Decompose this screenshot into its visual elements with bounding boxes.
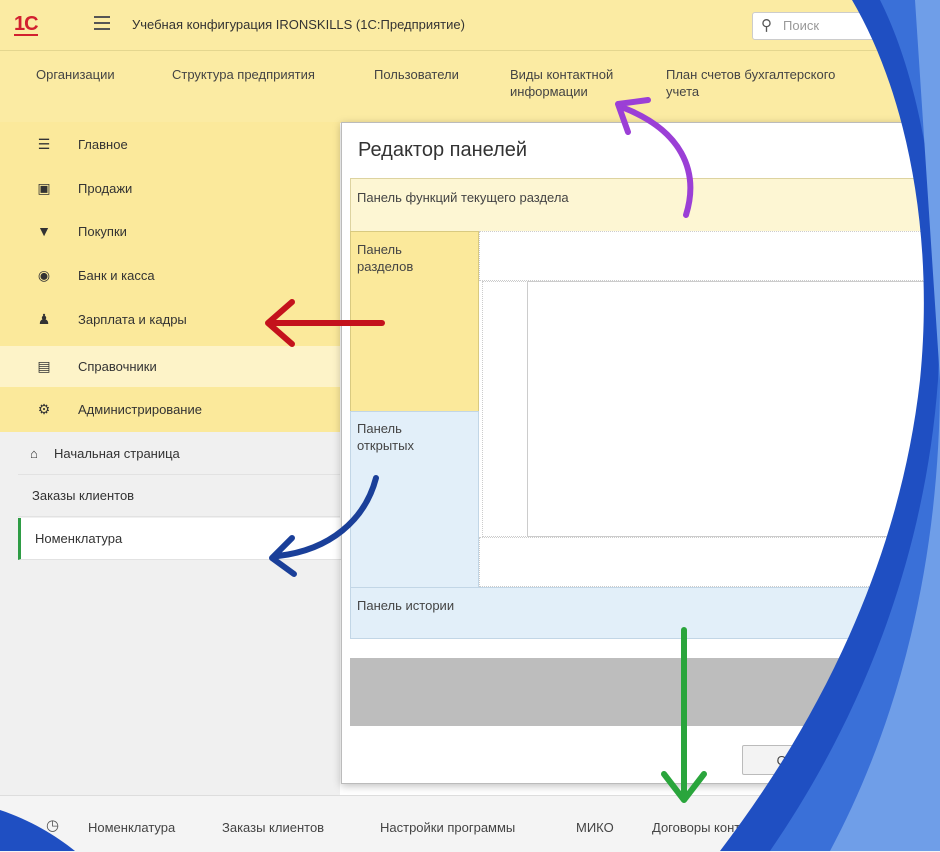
panel-history-zone[interactable]	[350, 587, 940, 639]
dialog-title: Редактор панелей	[358, 139, 528, 161]
panel-function-label: Панель функций текущего раздела	[357, 190, 569, 205]
panel-top-slot[interactable]	[479, 231, 940, 281]
history-item-nomenclature[interactable]: Номенклатура	[88, 820, 175, 835]
search-placeholder: Поиск	[783, 18, 820, 33]
history-icon[interactable]: ◷	[46, 816, 59, 834]
func-item-users[interactable]: Пользователи	[374, 66, 459, 83]
panel-sections-label: Панель разделов	[357, 242, 414, 274]
open-item-label: Номенклатура	[35, 531, 123, 546]
list-icon: ☰	[37, 136, 51, 152]
cart-icon: ▼	[37, 223, 51, 239]
panel-function-zone[interactable]	[350, 178, 940, 232]
section-item-purchases[interactable]: ▼ Покупки	[0, 211, 340, 252]
section-item-salary[interactable]: ♟ Зарплата и кадры	[0, 299, 340, 340]
func-item-organizations[interactable]: Организации	[36, 66, 115, 83]
search-input[interactable]: ⚲ Поиск	[752, 12, 940, 40]
menu-icon[interactable]	[94, 16, 110, 34]
bag-icon: ▣	[37, 180, 51, 196]
app-title: Учебная конфигурация IRONSKILLS (1С:Пред…	[132, 17, 465, 32]
book-icon: ▤	[37, 358, 51, 374]
section-label: Банк и касса	[78, 268, 155, 283]
coin-icon: ◉	[37, 267, 51, 283]
section-label: Справочники	[78, 359, 157, 374]
func-item-contact-info-types[interactable]: Виды контактной информации	[510, 66, 613, 100]
logo-1c: 1С	[14, 13, 39, 36]
home-icon: ⌂	[30, 446, 38, 461]
ok-button[interactable]: OK	[742, 745, 830, 775]
section-label: Покупки	[78, 224, 127, 239]
history-item-miko[interactable]: МИКО	[576, 820, 614, 835]
history-item-contracts[interactable]: Договоры контрагентов	[652, 820, 794, 835]
panel-left-slot[interactable]	[482, 281, 528, 537]
func-item-chart-of-accounts[interactable]: План счетов бухгалтерского учета	[666, 66, 835, 100]
cancel-button[interactable]	[840, 745, 930, 777]
func-item-structure[interactable]: Структура предприятия	[172, 66, 315, 83]
panel-workspace	[527, 281, 940, 537]
history-item-settings[interactable]: Настройки программы	[380, 820, 515, 835]
section-label: Главное	[78, 137, 128, 152]
section-item-bank[interactable]: ◉ Банк и касса	[0, 255, 340, 296]
section-label: Администрирование	[78, 402, 202, 417]
gear-icon: ⚙	[37, 401, 51, 417]
person-icon: ♟	[37, 311, 51, 327]
open-item-label: Начальная страница	[54, 446, 180, 461]
search-icon: ⚲	[761, 17, 772, 34]
logo-text: 1С	[14, 13, 39, 35]
open-item-nomenclature[interactable]: Номенклатура	[18, 518, 343, 560]
available-panels-area[interactable]	[350, 658, 940, 726]
section-label: Зарплата и кадры	[78, 312, 187, 327]
panel-history-label: Панель истории	[357, 598, 455, 613]
panel-open-label: Панель открытых	[357, 421, 414, 453]
history-item-client-orders[interactable]: Заказы клиентов	[222, 820, 324, 835]
open-item-home[interactable]: Начальная страница	[18, 433, 340, 475]
panel-bottom-slot[interactable]	[479, 537, 940, 587]
section-item-references[interactable]: ▤ Справочники	[0, 346, 340, 387]
open-item-client-orders[interactable]: Заказы клиентов	[18, 475, 340, 517]
open-item-label: Заказы клиентов	[32, 488, 135, 503]
section-label: Продажи	[78, 181, 133, 196]
section-item-administration[interactable]: ⚙ Администрирование	[0, 389, 340, 430]
section-item-main[interactable]: ☰ Главное	[0, 124, 340, 165]
section-item-sales[interactable]: ▣ Продажи	[0, 168, 340, 209]
